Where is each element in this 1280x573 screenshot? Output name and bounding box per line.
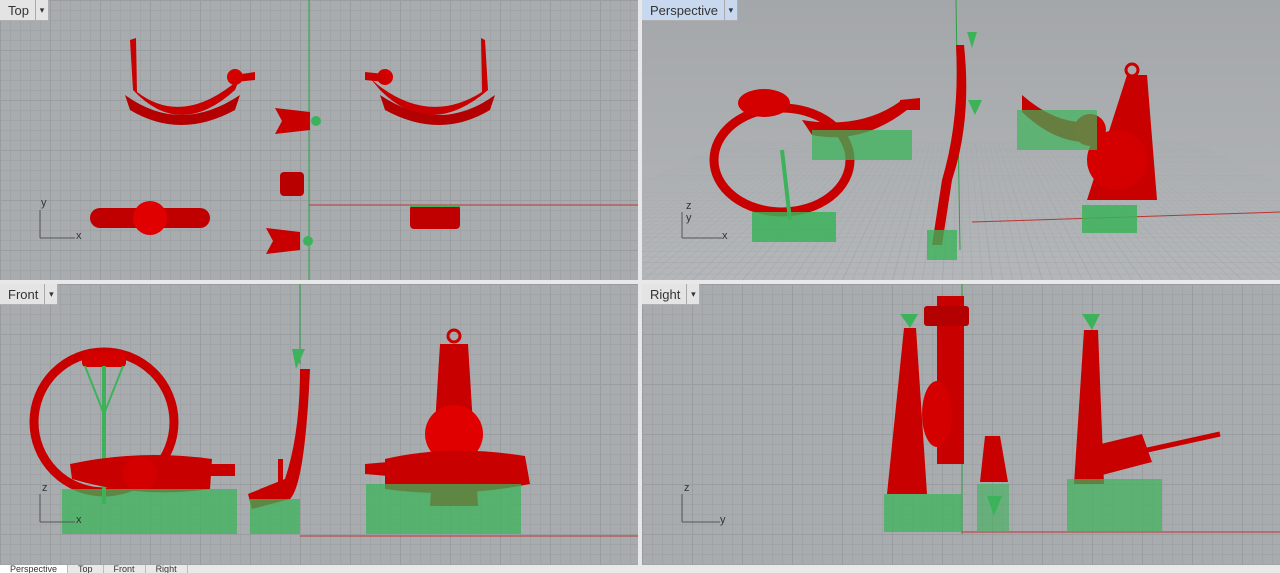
axis-y-label: y: [720, 514, 726, 526]
axis-y-label: y: [41, 197, 47, 209]
perspective-scene: [681, 0, 1280, 260]
axis-z-label: z: [42, 482, 48, 494]
viewport-divider-horizontal[interactable]: [0, 280, 1280, 284]
bottom-tab-right[interactable]: Right: [146, 565, 188, 573]
front-scene: [29, 284, 638, 537]
axis-x-label: x: [76, 514, 82, 526]
axis-y-label: y: [686, 212, 692, 224]
dropdown-arrow-icon[interactable]: ▾: [686, 284, 699, 304]
top-scene: [39, 0, 638, 280]
bottom-tab-front[interactable]: Front: [104, 565, 146, 573]
axis-x-label: x: [76, 230, 82, 242]
viewport-tab-perspective[interactable]: Perspective ▾: [642, 0, 738, 21]
viewport-front[interactable]: x z Front ▾: [0, 284, 638, 565]
bottom-tab-top[interactable]: Top: [68, 565, 104, 573]
viewport-tab-right[interactable]: Right ▾: [642, 284, 701, 305]
viewport-tab-top[interactable]: Top ▾: [0, 0, 49, 21]
axis-z-label: z: [684, 482, 690, 494]
viewport-right[interactable]: y z Right ▾: [642, 284, 1280, 565]
axis-x-label: x: [722, 230, 728, 242]
bottom-tab-perspective[interactable]: Perspective: [0, 565, 69, 573]
dropdown-arrow-icon[interactable]: ▾: [723, 0, 737, 20]
dropdown-arrow-icon[interactable]: ▾: [44, 284, 57, 304]
viewport-tab-front[interactable]: Front ▾: [0, 284, 59, 305]
right-scene: [681, 284, 1280, 534]
viewport-label: Right: [650, 286, 681, 302]
viewport-label: Front: [8, 286, 39, 302]
viewport-tab-bar: Perspective Top Front Right: [0, 565, 1280, 573]
viewport-perspective[interactable]: x z y Perspective ▾: [642, 0, 1280, 280]
dropdown-arrow-icon[interactable]: ▾: [34, 0, 48, 20]
axis-z-label: z: [686, 200, 692, 212]
viewport-top[interactable]: x y Top ▾: [0, 0, 638, 280]
viewport-label: Perspective: [650, 2, 718, 18]
viewport-label: Top: [8, 2, 29, 18]
